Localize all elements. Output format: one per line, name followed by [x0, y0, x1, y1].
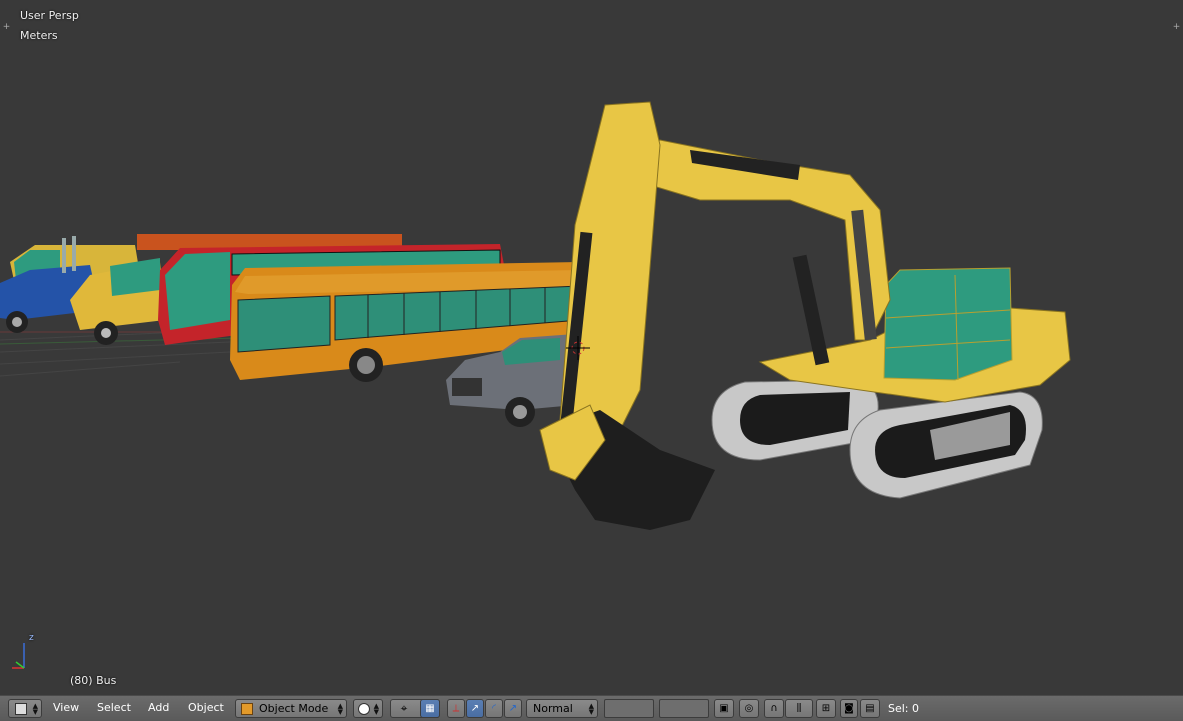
view-label: User Persp	[20, 9, 79, 22]
clapperboard-icon: ▤	[865, 703, 875, 714]
grid-manipulator-icon: ▦	[425, 703, 435, 714]
render-animation-button[interactable]: ▤	[860, 699, 880, 718]
rotate-manipulator[interactable]: ◜	[485, 699, 503, 718]
mode-label: Object Mode	[259, 702, 329, 715]
add-region-right-icon[interactable]: +	[1172, 23, 1181, 32]
layers-grid-left[interactable]	[604, 699, 654, 718]
scale-arrow-icon: ↗	[508, 703, 518, 714]
render-button[interactable]: ◙	[840, 699, 858, 718]
snap-element-selector[interactable]: ⫼	[785, 699, 813, 718]
translate-manipulator[interactable]: ⟂	[447, 699, 465, 718]
pivot-crosshair-icon: ⌖	[400, 701, 408, 715]
3d-view-header: ▲ ▼ View Select Add Object Object Mode ▲ ▼…	[0, 695, 1183, 721]
mode-selector[interactable]: Object Mode ▲ ▼	[235, 699, 347, 718]
arrow-icon: ↗	[470, 703, 480, 714]
menu-view[interactable]: View	[53, 701, 79, 714]
selection-status: Sel: 0	[888, 702, 920, 715]
axes-icon: ⟂	[452, 703, 460, 714]
axis-gizmo	[12, 643, 25, 669]
excavator	[539, 101, 1071, 530]
snap-increment-icon: ⫼	[796, 703, 802, 714]
layer-lock-button[interactable]: ▣	[714, 699, 734, 718]
chevron-updown-icon: ▲ ▼	[337, 702, 343, 716]
transform-orientation-selector[interactable]: Normal ▲ ▼	[526, 699, 598, 718]
menu-select[interactable]: Select	[97, 701, 131, 714]
chevron-updown-icon: ▲ ▼	[373, 702, 379, 716]
camera-icon: ◙	[844, 703, 854, 714]
z-axis-label: z	[29, 633, 34, 643]
active-object-label: (80) Bus	[70, 674, 117, 687]
scale-manipulator[interactable]: ↗	[504, 699, 522, 718]
menu-object[interactable]: Object	[188, 701, 224, 714]
cube-icon	[15, 702, 27, 715]
editor-type-selector[interactable]: ▲ ▼	[8, 699, 42, 718]
menu-add[interactable]: Add	[148, 701, 169, 714]
orange-cube-icon	[241, 702, 253, 715]
chevron-updown-icon: ▲ ▼	[32, 702, 38, 716]
add-region-left-icon[interactable]: +	[2, 23, 11, 32]
chevron-updown-icon: ▲ ▼	[588, 702, 594, 716]
units-label: Meters	[20, 29, 58, 42]
scene-render[interactable]	[0, 0, 1183, 695]
magnet-icon: ∩	[770, 703, 778, 714]
snap-target-button[interactable]: ⊞	[816, 699, 836, 718]
arc-icon: ◜	[492, 703, 496, 714]
transform-orientation-label: Normal	[533, 702, 573, 715]
manipulator-toggle[interactable]: ▦	[420, 699, 440, 718]
proportional-edit-button[interactable]: ◎	[739, 699, 759, 718]
snap-toggle-button[interactable]: ∩	[764, 699, 784, 718]
snap-target-icon: ⊞	[821, 703, 831, 714]
layers-grid-right[interactable]	[659, 699, 709, 718]
move-manipulator-active[interactable]: ↗	[466, 699, 484, 718]
sphere-icon	[358, 702, 370, 715]
viewport-shading-selector[interactable]: ▲ ▼	[353, 699, 383, 718]
3d-viewport[interactable]: User Persp Meters (80) Bus z + +	[0, 0, 1183, 695]
layer-icon: ▣	[719, 703, 729, 714]
circle-icon: ◎	[744, 703, 754, 714]
